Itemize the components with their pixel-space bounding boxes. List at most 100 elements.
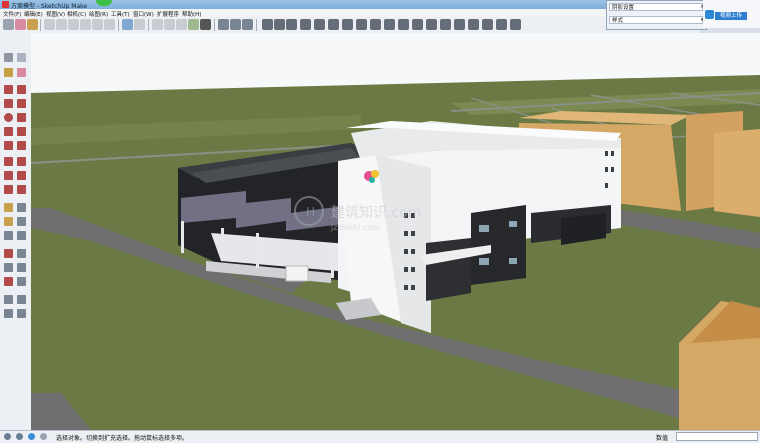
iso-view-icon[interactable]: [44, 19, 55, 30]
logo-emblem: [371, 170, 379, 178]
layers-icon[interactable]: [510, 19, 521, 30]
column: [181, 221, 184, 253]
upload-button[interactable]: 视频上传: [715, 12, 747, 20]
text-tool-icon[interactable]: [17, 217, 26, 226]
monochrome-style-icon[interactable]: [200, 19, 211, 30]
line-tool-icon[interactable]: [4, 85, 13, 94]
offset-tool-icon[interactable]: [17, 185, 26, 194]
status-message: 选择对象。切换到扩充选择。拖动鼠标选择多项。: [56, 435, 189, 442]
walk-icon[interactable]: [440, 19, 451, 30]
circle-tool-icon[interactable]: [4, 113, 13, 122]
app-icon: [2, 1, 9, 8]
tray-shadow-settings[interactable]: 阴影设置: [609, 3, 703, 11]
3d-text-icon[interactable]: [17, 231, 26, 240]
section-cuts-icon[interactable]: [242, 19, 253, 30]
tray-styles[interactable]: 样式: [609, 16, 703, 24]
protractor-tool-icon[interactable]: [4, 217, 13, 226]
textured-style-icon[interactable]: [188, 19, 199, 30]
xray-style-icon[interactable]: [122, 19, 133, 30]
orbit-icon[interactable]: [384, 19, 395, 30]
rectangle-tool-icon[interactable]: [4, 99, 13, 108]
pan-tool-icon[interactable]: [17, 249, 26, 258]
instructor-icon[interactable]: [40, 433, 47, 440]
previous-view-icon[interactable]: [17, 277, 26, 286]
pencil-icon[interactable]: [262, 19, 273, 30]
geolocation-icon[interactable]: [4, 433, 11, 440]
scale-tool-icon[interactable]: [4, 185, 13, 194]
column: [256, 233, 259, 268]
rotated-rectangle-icon[interactable]: [17, 99, 26, 108]
measurements-label: 数值: [656, 435, 669, 442]
tape-measure-icon[interactable]: [356, 19, 367, 30]
shaded-style-icon[interactable]: [176, 19, 187, 30]
orbit-tool-icon[interactable]: [4, 249, 13, 258]
share-panel: 视频上传: [703, 0, 760, 28]
tape-measure-tool-icon[interactable]: [4, 203, 13, 212]
arc-icon[interactable]: [274, 19, 285, 30]
menu-bar: 文件(F) 编辑(E) 视图(V) 相机(C) 绘图(R) 工具(T) 窗口(W…: [0, 9, 700, 18]
watermark-sub: jzzhishi.com: [330, 223, 380, 232]
front-view-icon[interactable]: [80, 19, 91, 30]
select-tool-icon[interactable]: [4, 53, 13, 62]
select-tool-icon[interactable]: [3, 19, 14, 30]
materials-icon[interactable]: [496, 19, 507, 30]
column: [221, 228, 224, 260]
display-sections-icon[interactable]: [230, 19, 241, 30]
dark-glass-band: [426, 238, 471, 301]
components-icon[interactable]: [482, 19, 493, 30]
dimension-tool-icon[interactable]: [17, 203, 26, 212]
section-plane-tool-icon[interactable]: [17, 309, 26, 318]
top-view-icon[interactable]: [56, 19, 67, 30]
paint-bucket-icon[interactable]: [4, 68, 13, 77]
wireframe-style-icon[interactable]: [152, 19, 163, 30]
measurements-input[interactable]: [676, 432, 758, 441]
pan-icon[interactable]: [398, 19, 409, 30]
polygon-tool-icon[interactable]: [17, 113, 26, 122]
two-point-arc-icon[interactable]: [17, 127, 26, 136]
axes-tool-icon[interactable]: [4, 231, 13, 240]
right-view-icon[interactable]: [92, 19, 103, 30]
zoom-window-icon[interactable]: [17, 263, 26, 272]
look-around-tool-icon[interactable]: [17, 295, 26, 304]
rotate-tool-icon[interactable]: [4, 171, 13, 180]
protractor-icon[interactable]: [370, 19, 381, 30]
walk-tool-icon[interactable]: [4, 309, 13, 318]
eraser-icon[interactable]: [17, 68, 26, 77]
paint-tool-icon[interactable]: [27, 19, 38, 30]
push-pull-tool-icon[interactable]: [17, 157, 26, 166]
look-around-icon[interactable]: [454, 19, 465, 30]
main-toolbar: [0, 17, 700, 34]
model-viewport[interactable]: H 建筑知识.com jzzhishi.com: [31, 33, 760, 430]
backedges-style-icon[interactable]: [134, 19, 145, 30]
eraser-tool-icon[interactable]: [15, 19, 26, 30]
scale-icon[interactable]: [328, 19, 339, 30]
column: [331, 243, 334, 278]
site-sign: [285, 265, 309, 282]
offset-icon[interactable]: [342, 19, 353, 30]
component-tool-icon[interactable]: [17, 53, 26, 62]
hiddenline-style-icon[interactable]: [164, 19, 175, 30]
zoom-extents-tool-icon[interactable]: [4, 277, 13, 286]
credits-icon[interactable]: [16, 433, 23, 440]
axes-icon[interactable]: [468, 19, 479, 30]
move-icon[interactable]: [300, 19, 311, 30]
push-pull-icon[interactable]: [286, 19, 297, 30]
freehand-tool-icon[interactable]: [17, 85, 26, 94]
move-tool-icon[interactable]: [4, 157, 13, 166]
zoom-icon[interactable]: [412, 19, 423, 30]
position-camera-icon[interactable]: [4, 295, 13, 304]
home-view-icon[interactable]: [68, 19, 79, 30]
follow-me-icon[interactable]: [17, 171, 26, 180]
logo-emblem: [369, 177, 375, 183]
green-tab-icon[interactable]: [96, 0, 112, 6]
zoom-tool-icon[interactable]: [4, 263, 13, 272]
section-plane-icon[interactable]: [218, 19, 229, 30]
back-view-icon[interactable]: [104, 19, 115, 30]
arc-tool-icon[interactable]: [4, 127, 13, 136]
pie-tool-icon[interactable]: [17, 141, 26, 150]
rotate-icon[interactable]: [314, 19, 325, 30]
help-icon[interactable]: [28, 433, 35, 440]
three-point-arc-icon[interactable]: [4, 141, 13, 150]
default-tray: 阴影设置 × 样式 ▾: [606, 0, 707, 30]
zoom-extents-icon[interactable]: [426, 19, 437, 30]
